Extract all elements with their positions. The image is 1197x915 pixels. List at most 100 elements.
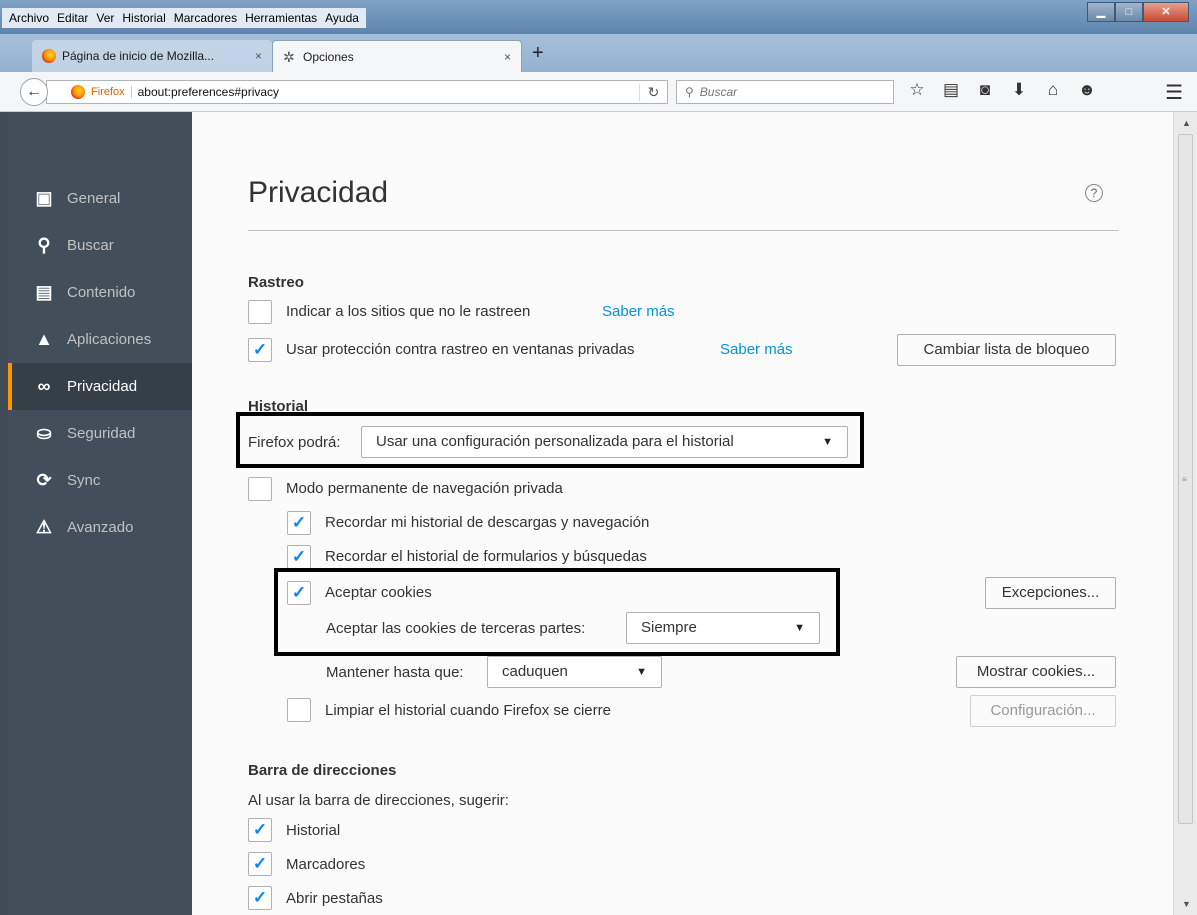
keep-until-value: caduquen (502, 663, 568, 680)
sidebar-item-label: Contenido (67, 284, 136, 301)
dropdown-arrow-icon: ▼ (636, 666, 647, 678)
toolbar-icons: ☆ ▤ ◙ ⬇ ⌂ ☻ (906, 80, 1098, 100)
title-bar: Archivo Editar Ver Historial Marcadores … (0, 0, 1197, 34)
help-icon[interactable]: ? (1085, 184, 1103, 202)
close-icon[interactable]: × (255, 49, 262, 63)
sidebar-item-label: Seguridad (67, 425, 136, 442)
suggest-history-checkbox[interactable]: ✓ (248, 818, 272, 842)
back-arrow-icon: ← (26, 83, 42, 100)
url-text[interactable]: about:preferences#privacy (138, 85, 279, 99)
close-icon[interactable]: × (504, 50, 511, 64)
menu-ver[interactable]: Ver (93, 8, 117, 28)
sidebar-item-contenido[interactable]: ▤ Contenido (8, 269, 192, 316)
private-protection-learn-more-link[interactable]: Saber más (720, 341, 793, 358)
clear-on-close-checkbox[interactable] (287, 698, 311, 722)
private-tracking-protection-checkbox[interactable]: ✓ (248, 338, 272, 362)
suggest-open-tabs-checkbox[interactable]: ✓ (248, 886, 272, 910)
tab-mozilla-home[interactable]: Página de inicio de Mozilla... × (32, 40, 272, 72)
suggest-history-label: Historial (286, 822, 341, 839)
menu-bar: Archivo Editar Ver Historial Marcadores … (2, 8, 366, 28)
window-controls: ▁ □ ✕ (1087, 2, 1189, 22)
preferences-sidebar: ▣ General ⚲ Buscar ▤ Contenido ▲ Aplicac… (8, 112, 192, 915)
sidebar-item-label: Avanzado (67, 519, 134, 536)
remember-forms-label: Recordar el historial de formularios y b… (325, 548, 647, 565)
home-icon[interactable]: ⌂ (1042, 80, 1064, 100)
gear-icon: ✲ (283, 48, 295, 65)
menu-ayuda[interactable]: Ayuda (322, 8, 362, 28)
tab-label: Opciones (303, 49, 354, 64)
hello-icon[interactable]: ☻ (1076, 80, 1098, 100)
menu-historial[interactable]: Historial (119, 8, 168, 28)
bookmarks-list-icon[interactable]: ▤ (940, 80, 962, 100)
search-input[interactable]: ⚲ Buscar (676, 80, 894, 104)
maximize-icon[interactable]: □ (1115, 2, 1143, 22)
preferences-content: Privacidad ? Rastreo Indicar a los sitio… (192, 112, 1173, 915)
rocket-icon: ▲ (35, 329, 53, 349)
search-icon: ⚲ (685, 85, 694, 99)
private-mode-checkbox[interactable] (248, 477, 272, 501)
firefox-icon (42, 49, 56, 63)
download-icon[interactable]: ⬇ (1008, 80, 1030, 100)
menu-editar[interactable]: Editar (54, 8, 91, 28)
do-not-track-learn-more-link[interactable]: Saber más (602, 303, 675, 320)
general-icon: ▣ (35, 188, 53, 208)
page-title: Privacidad (248, 176, 389, 209)
search-icon: ⚲ (37, 235, 51, 255)
document-icon: ▤ (35, 282, 53, 302)
sidebar-item-seguridad[interactable]: ⛀ Seguridad (8, 410, 192, 457)
change-blocklist-button[interactable]: Cambiar lista de bloqueo (897, 334, 1116, 366)
highlight-cookies (274, 568, 840, 656)
back-button[interactable]: ← (20, 78, 48, 106)
vertical-scrollbar[interactable]: ▲ ≡ ▼ (1173, 112, 1197, 915)
menu-archivo[interactable]: Archivo (6, 8, 52, 28)
keep-until-select[interactable]: caduquen ▼ (487, 656, 662, 688)
scroll-down-icon[interactable]: ▼ (1182, 899, 1191, 909)
remember-downloads-checkbox[interactable]: ✓ (287, 511, 311, 535)
location-bar-suggest-label: Al usar la barra de direcciones, sugerir… (248, 792, 509, 809)
sidebar-item-privacidad[interactable]: ∞ Privacidad (8, 363, 192, 410)
hamburger-menu-icon[interactable]: ☰ (1165, 80, 1183, 105)
scroll-grip-icon: ≡ (1182, 475, 1187, 484)
navigation-toolbar: Firefox about:preferences#privacy ↻ ← ⚲ … (0, 72, 1197, 112)
suggest-bookmarks-checkbox[interactable]: ✓ (248, 852, 272, 876)
keep-until-label: Mantener hasta que: (326, 664, 464, 681)
url-brand-label: Firefox (91, 86, 132, 98)
private-mode-label: Modo permanente de navegación privada (286, 480, 563, 497)
sidebar-item-label: Buscar (67, 237, 114, 254)
show-cookies-button[interactable]: Mostrar cookies... (956, 656, 1116, 688)
clear-settings-button[interactable]: Configuración... (970, 695, 1116, 727)
tab-label: Página de inicio de Mozilla... (62, 49, 215, 63)
pocket-icon[interactable]: ◙ (974, 80, 996, 100)
reload-icon[interactable]: ↻ (639, 83, 667, 101)
suggest-open-tabs-label: Abrir pestañas (286, 890, 383, 907)
cookie-exceptions-button[interactable]: Excepciones... (985, 577, 1116, 609)
minimize-icon[interactable]: ▁ (1087, 2, 1115, 22)
do-not-track-checkbox[interactable] (248, 300, 272, 324)
tab-options[interactable]: ✲ Opciones × (272, 40, 522, 72)
remember-forms-checkbox[interactable]: ✓ (287, 545, 311, 569)
do-not-track-label: Indicar a los sitios que no le rastreen (286, 303, 531, 320)
sidebar-item-buscar[interactable]: ⚲ Buscar (8, 222, 192, 269)
clear-on-close-label: Limpiar el historial cuando Firefox se c… (325, 702, 611, 719)
private-tracking-protection-label: Usar protección contra rastreo en ventan… (286, 341, 635, 358)
scroll-thumb[interactable]: ≡ (1178, 134, 1193, 824)
sync-icon: ⟳ (36, 470, 52, 490)
scroll-up-icon[interactable]: ▲ (1182, 118, 1191, 128)
menu-herramientas[interactable]: Herramientas (242, 8, 320, 28)
highlight-history-mode (236, 412, 864, 468)
bookmark-star-icon[interactable]: ☆ (906, 80, 928, 100)
suggest-bookmarks-label: Marcadores (286, 856, 366, 873)
search-placeholder: Buscar (699, 85, 738, 99)
sidebar-item-aplicaciones[interactable]: ▲ Aplicaciones (8, 316, 192, 363)
tab-bar: Página de inicio de Mozilla... × ✲ Opcio… (0, 34, 1197, 72)
sidebar-item-label: Sync (67, 472, 101, 489)
wizard-icon: ⚠ (35, 517, 53, 537)
sidebar-item-sync[interactable]: ⟳ Sync (8, 457, 192, 504)
new-tab-button[interactable]: + (532, 42, 544, 65)
sidebar-item-general[interactable]: ▣ General (8, 175, 192, 222)
close-window-icon[interactable]: ✕ (1143, 2, 1189, 22)
url-bar[interactable]: Firefox about:preferences#privacy ↻ (46, 80, 668, 104)
title-divider (248, 230, 1118, 231)
sidebar-item-avanzado[interactable]: ⚠ Avanzado (8, 504, 192, 551)
menu-marcadores[interactable]: Marcadores (171, 8, 240, 28)
